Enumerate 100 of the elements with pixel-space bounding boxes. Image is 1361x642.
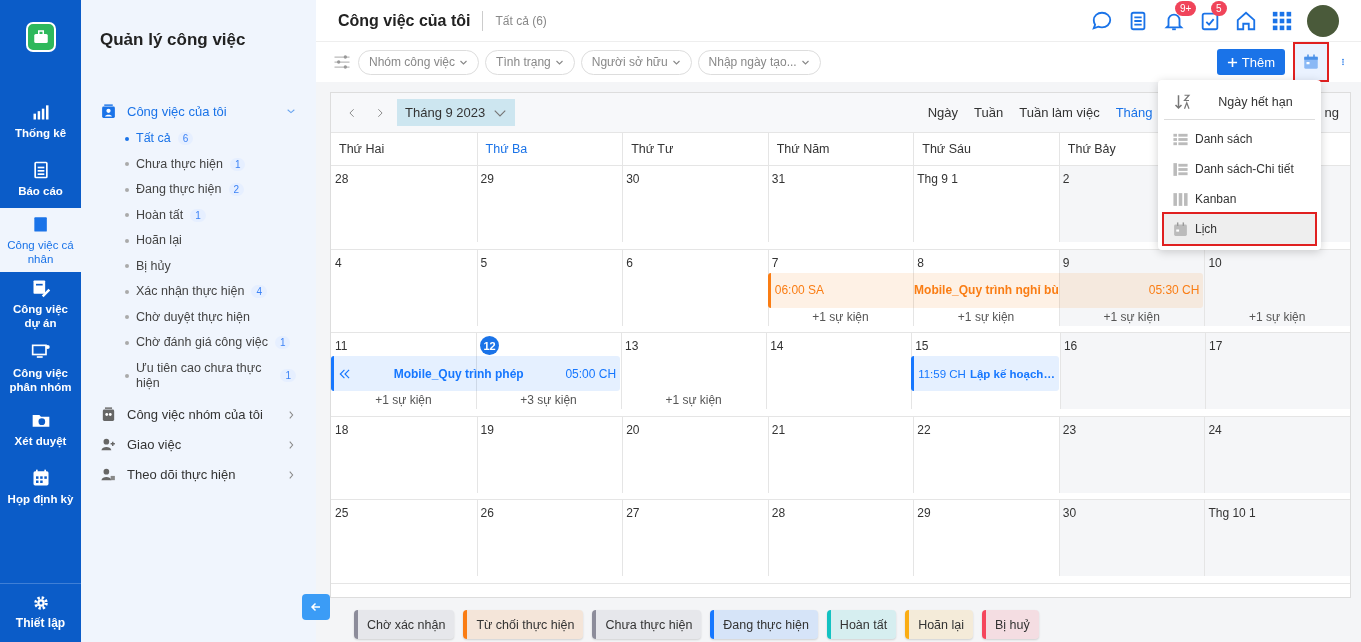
calendar-view-button[interactable]	[1295, 44, 1327, 80]
sidebar-item[interactable]: Hoãn lại	[136, 233, 182, 249]
person-tag-icon	[100, 466, 117, 483]
rail-item[interactable]: Công việc cá nhân	[0, 208, 81, 272]
bullet-dot	[125, 162, 129, 167]
day-number: 6	[625, 254, 634, 272]
day-number: 30	[1061, 505, 1078, 522]
sidebar-item[interactable]: Hoàn tất	[136, 207, 184, 223]
event-time: 06:00 SA	[774, 283, 825, 297]
sidebar-item[interactable]: Bị hủy	[136, 258, 171, 274]
rail-item[interactable]: Xét duyệt	[0, 400, 81, 458]
add-button[interactable]: Thêm	[1216, 49, 1285, 75]
view-tab[interactable]: Tuần làm việc	[1019, 105, 1100, 120]
more-events-link[interactable]: +1 sự kiện	[665, 393, 722, 407]
day-number: 9	[1061, 254, 1071, 272]
rail-item[interactable]: Công việc phân nhóm	[0, 336, 81, 400]
bullet-dot	[125, 289, 129, 294]
avatar[interactable]	[1307, 4, 1339, 37]
day-number: 25	[334, 505, 350, 522]
sidebar-item[interactable]: Xác nhận thực hiện	[136, 284, 245, 300]
weekday-header: Thứ Hai	[339, 142, 385, 156]
add-person-icon	[100, 436, 117, 453]
sidebar-item[interactable]: Ưu tiên cao chưa thực hiện	[136, 360, 274, 391]
weekday-header: Thứ Năm	[776, 142, 830, 156]
sidebar-group[interactable]: Công việc của tôi	[100, 96, 296, 126]
day-number: 17	[1207, 338, 1224, 355]
page-title: Công việc của tôi	[338, 11, 471, 30]
filter-dropdown[interactable]: Nhóm công việc	[358, 49, 480, 75]
settings-icon	[31, 594, 50, 612]
status-legend-tag: Chưa thực hiện	[592, 610, 702, 639]
collapse-button[interactable]	[302, 594, 330, 620]
status-legend-tag: Hoãn lại	[905, 610, 973, 639]
apps-grid-icon[interactable]	[1271, 9, 1293, 32]
day-number: 21	[770, 421, 787, 439]
event-bar[interactable]: Mobile_Quy trình phép 05:00 CH	[331, 356, 621, 391]
weekday-header: Thứ Bảy	[1067, 142, 1116, 156]
count-badge: 4	[251, 285, 267, 299]
event-bar[interactable]: 11:59 CH Lập kế hoạch…	[911, 356, 1059, 391]
person-card-icon	[100, 102, 117, 120]
view-menu-item[interactable]: Danh sách-Chi tiết	[1164, 154, 1315, 184]
view-tab[interactable]: Tuần	[974, 105, 1004, 120]
view-menu-item[interactable]: Lịch	[1164, 214, 1315, 244]
month-picker[interactable]: Tháng 9 2023	[397, 99, 516, 126]
day-number: Thg 9 1	[916, 171, 959, 188]
plus-icon	[1226, 56, 1238, 68]
bullet-dot	[125, 373, 129, 378]
day-number: 26	[479, 505, 495, 522]
home-icon[interactable]	[1235, 9, 1257, 32]
day-number: 5	[479, 254, 489, 272]
sidebar-item[interactable]: Chưa thực hiện	[136, 156, 223, 172]
count-badge: 5	[1211, 0, 1227, 16]
sort-option[interactable]: Ngày hết hạn	[1164, 84, 1315, 120]
rail-item[interactable]: Thống kê	[0, 92, 81, 150]
bullet-dot	[125, 136, 129, 141]
sidebar-group[interactable]: Giao việc	[100, 429, 296, 460]
view-tab[interactable]: Tháng	[1115, 105, 1153, 120]
sidebar-group[interactable]: Theo dõi thực hiện	[100, 459, 296, 490]
bullet-dot	[125, 264, 129, 269]
more-events-link[interactable]: +1 sự kiện	[957, 309, 1015, 324]
more-events-link[interactable]: +1 sự kiện	[1103, 309, 1160, 324]
day-number: 24	[1207, 421, 1223, 439]
day-number: 8	[916, 254, 925, 272]
filter-dropdown[interactable]: Tình trạng	[485, 49, 575, 75]
rail-item[interactable]: Báo cáo	[0, 150, 81, 208]
view-tab[interactable]: ng	[1324, 105, 1339, 120]
event-time: 05:30 CH	[1148, 283, 1200, 297]
event-time: 11:59 CH	[918, 367, 966, 380]
group-card-icon	[100, 406, 117, 423]
filter-dropdown[interactable]: Người sở hữu	[580, 49, 692, 75]
status-legend-tag: Đang thực hiện	[710, 610, 818, 639]
weekday-header: Thứ Tư	[631, 142, 674, 156]
day-number: 13	[624, 338, 640, 355]
day-number: 28	[770, 505, 787, 522]
event-time: 05:00 CH	[565, 366, 617, 381]
more-events-link[interactable]: +1 sự kiện	[812, 309, 869, 324]
sidebar-item[interactable]: Tất cả	[136, 131, 171, 147]
calendar-icon	[1172, 220, 1189, 238]
sidebar-item[interactable]: Chờ duyệt thực hiện	[136, 309, 250, 325]
more-events-link[interactable]: +1 sự kiện	[1249, 309, 1306, 324]
bullet-dot	[125, 340, 129, 345]
rail-item[interactable]: Công việc dự án	[0, 272, 81, 336]
day-number: 15	[914, 338, 930, 355]
more-events-link[interactable]: +3 sự kiện	[520, 393, 577, 407]
rail-item[interactable]: Họp định kỳ	[0, 458, 81, 516]
day-number: 20	[625, 421, 641, 439]
view-menu-item[interactable]: Danh sách	[1164, 124, 1315, 154]
day-number: 7	[770, 254, 780, 272]
view-menu-item[interactable]: Kanban	[1164, 184, 1315, 214]
view-tab[interactable]: Ngày	[927, 105, 959, 120]
sidebar-item[interactable]: Chờ đánh giá công việc	[136, 335, 268, 351]
chat-bubble-icon[interactable]	[1091, 9, 1113, 32]
sidebar-item[interactable]: Đang thực hiện	[136, 182, 222, 198]
day-number: 4	[334, 254, 343, 272]
more-events-link[interactable]: +1 sự kiện	[375, 393, 432, 407]
event-title: Lập kế hoạch…	[969, 367, 1055, 380]
briefcase-icon	[31, 28, 50, 46]
bullet-dot	[125, 213, 129, 218]
filter-dropdown[interactable]: Nhập ngày tạo...	[697, 49, 821, 75]
day-number: 22	[916, 421, 932, 439]
sidebar-group[interactable]: Công việc nhóm của tôi	[100, 399, 296, 430]
